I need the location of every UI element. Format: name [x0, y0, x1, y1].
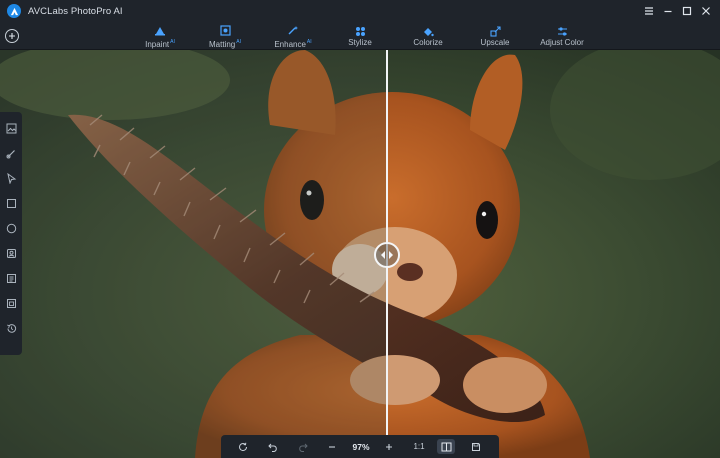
- portrait-icon[interactable]: [4, 246, 18, 260]
- bottom-bar: 97% 1:1: [221, 435, 499, 458]
- history-icon[interactable]: [4, 321, 18, 335]
- split-view-icon: [441, 442, 451, 451]
- close-icon[interactable]: [697, 2, 714, 20]
- tool-label: Matting: [209, 40, 236, 49]
- tool-label: Adjust Color: [540, 38, 584, 47]
- zoom-in-icon[interactable]: [382, 439, 396, 454]
- brush-icon[interactable]: [4, 146, 18, 160]
- tool-bar: InpaintAI MattingAI EnhanceAI Stylize Co…: [0, 22, 720, 50]
- tool-matting[interactable]: MattingAI: [205, 22, 245, 50]
- tool-upscale[interactable]: Upscale: [478, 22, 512, 50]
- upscale-icon: [489, 24, 501, 38]
- matting-icon: [219, 24, 231, 37]
- tool-colorize[interactable]: Colorize: [410, 22, 446, 50]
- image-canvas[interactable]: [0, 50, 720, 458]
- inpaint-icon: [154, 24, 166, 37]
- tool-label: Colorize: [413, 38, 443, 47]
- tool-label: Inpaint: [145, 40, 170, 49]
- rectangle-icon[interactable]: [4, 196, 18, 210]
- window-controls: [640, 0, 714, 22]
- tool-enhance[interactable]: EnhanceAI: [271, 22, 315, 50]
- zoom-level: 97%: [352, 441, 370, 452]
- app-title: AVCLabs PhotoPro AI: [28, 5, 123, 17]
- plus-icon: [9, 33, 15, 39]
- side-tool-rail: [0, 112, 22, 355]
- object-select-icon[interactable]: [4, 296, 18, 310]
- stylize-icon: [355, 24, 366, 38]
- actual-size-label: 1:1: [413, 442, 425, 451]
- enhance-icon: [287, 24, 299, 37]
- redo-icon[interactable]: [296, 439, 310, 454]
- reset-icon[interactable]: [236, 439, 250, 454]
- tool-label: Enhance: [274, 40, 306, 49]
- tool-label: Stylize: [348, 38, 372, 47]
- add-image-button[interactable]: [5, 29, 19, 43]
- text-select-icon[interactable]: [4, 271, 18, 285]
- tool-stylize[interactable]: Stylize: [345, 22, 375, 50]
- tool-inpaint[interactable]: InpaintAI: [141, 22, 179, 50]
- ellipse-icon[interactable]: [4, 221, 18, 235]
- title-bar: AVCLabs PhotoPro AI: [0, 0, 720, 22]
- compare-view-button[interactable]: [437, 439, 455, 454]
- maximize-icon[interactable]: [678, 2, 695, 20]
- minimize-icon[interactable]: [659, 2, 676, 20]
- image-icon[interactable]: [4, 121, 18, 135]
- ai-badge: AI: [236, 39, 241, 45]
- pointer-icon[interactable]: [4, 171, 18, 185]
- colorize-icon: [422, 24, 434, 38]
- ai-badge: AI: [170, 39, 175, 45]
- actual-size-button[interactable]: 1:1: [408, 439, 430, 454]
- undo-icon[interactable]: [266, 439, 280, 454]
- app-logo-icon: [7, 4, 21, 18]
- zoom-out-icon[interactable]: [325, 439, 339, 454]
- photo-comparison: [0, 50, 720, 458]
- ai-badge: AI: [306, 39, 312, 45]
- tool-adjust-color[interactable]: Adjust Color: [537, 22, 587, 50]
- adjust-color-icon: [557, 24, 568, 38]
- compare-handle[interactable]: [374, 242, 400, 268]
- menu-icon[interactable]: [640, 2, 657, 20]
- drag-arrows-icon: [381, 251, 393, 259]
- tool-label: Upscale: [480, 38, 510, 47]
- save-icon[interactable]: [469, 439, 483, 454]
